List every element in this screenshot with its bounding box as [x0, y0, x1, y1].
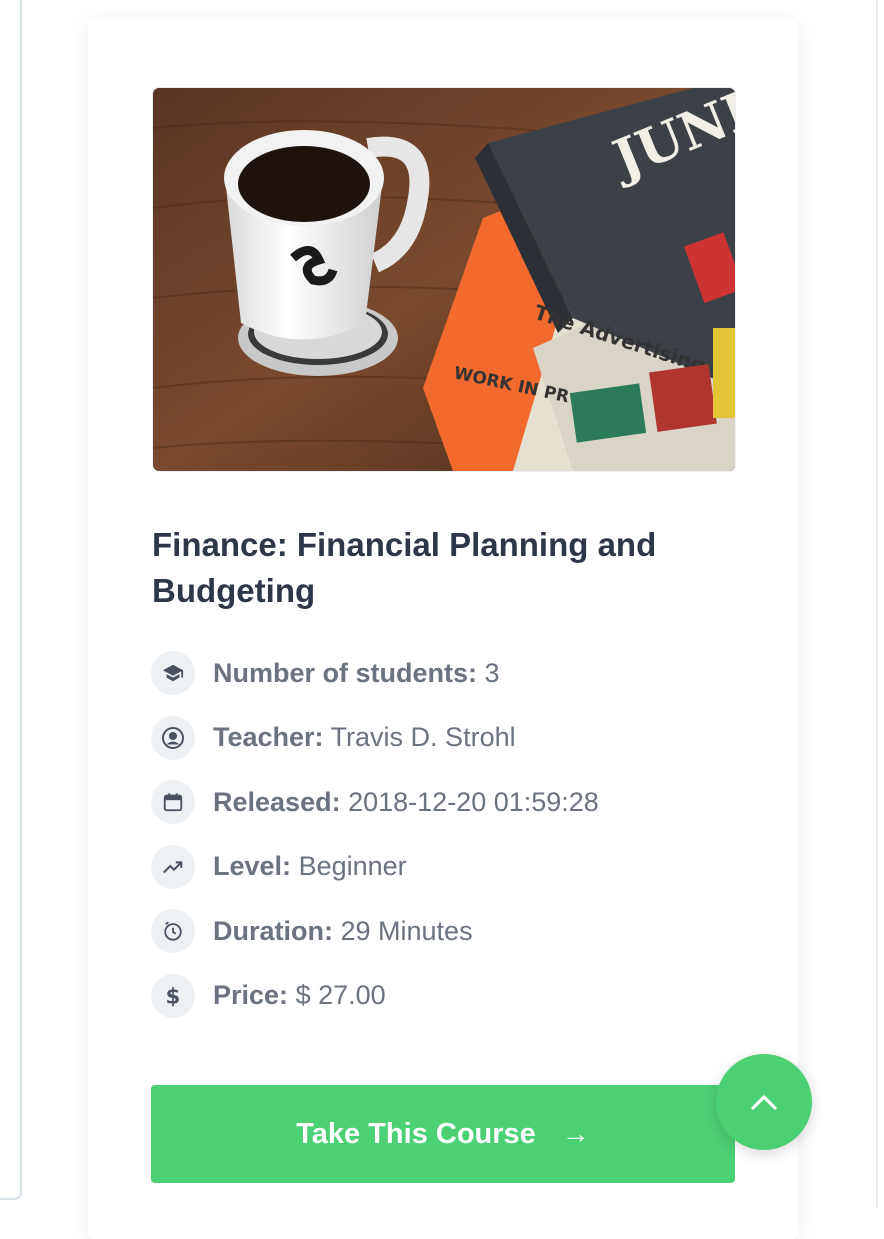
meta-level-text: Level: Beginner [213, 851, 407, 882]
meta-students: Number of students: 3 [151, 651, 599, 695]
course-card: JUNK The Advertising WORK IN PR Finance:… [88, 19, 798, 1239]
course-title[interactable]: Finance: Financial Planning and Budgetin… [152, 522, 752, 614]
meta-teacher-text: Teacher: Travis D. Strohl [213, 722, 516, 753]
meta-duration-label: Duration: [213, 915, 333, 946]
meta-students-text: Number of students: 3 [213, 658, 500, 689]
user-circle-icon [151, 715, 195, 760]
clock-icon [151, 909, 195, 953]
meta-teacher: Teacher: Travis D. Strohl [151, 715, 599, 760]
meta-level: Level: Beginner [151, 844, 599, 889]
meta-students-value: 3 [484, 657, 500, 688]
meta-students-label: Number of students: [213, 657, 478, 688]
calendar-icon [151, 780, 195, 824]
meta-duration-text: Duration: 29 Minutes [213, 916, 473, 947]
meta-price-value: $ 27.00 [295, 980, 386, 1010]
arrow-right-icon: → [561, 1118, 590, 1149]
meta-released-value: 2018-12-20 01:59:28 [348, 786, 599, 817]
chevron-up-icon [751, 1095, 777, 1110]
meta-duration: Duration: 29 Minutes [151, 909, 599, 953]
meta-price-label: Price: [213, 980, 289, 1010]
trending-up-icon [151, 844, 195, 889]
take-course-button[interactable]: Take This Course → [151, 1085, 735, 1183]
meta-released-text: Released: 2018-12-20 01:59:28 [213, 787, 599, 818]
course-meta-list: Number of students: 3 Teacher: Travis D.… [151, 651, 599, 1038]
meta-released: Released: 2018-12-20 01:59:28 [151, 780, 599, 824]
right-panel-edge [876, 0, 884, 1208]
meta-level-value: Beginner [298, 851, 407, 881]
take-course-label: Take This Course [296, 1117, 536, 1150]
dollar-icon: $ [151, 973, 195, 1018]
meta-duration-value: 29 Minutes [340, 915, 473, 946]
meta-price: $ Price: $ 27.00 [151, 973, 599, 1018]
course-thumbnail[interactable]: JUNK The Advertising WORK IN PR [152, 87, 736, 472]
meta-price-text: Price: $ 27.00 [213, 980, 386, 1011]
graduation-cap-icon [151, 651, 195, 695]
meta-teacher-value[interactable]: Travis D. Strohl [331, 722, 516, 752]
meta-released-label: Released: [213, 786, 341, 817]
left-panel-edge [0, 0, 22, 1200]
svg-text:$: $ [166, 984, 181, 1008]
meta-teacher-label: Teacher: [213, 722, 324, 752]
scroll-to-top-button[interactable] [716, 1054, 812, 1150]
course-thumbnail-illustration: JUNK The Advertising WORK IN PR [153, 88, 735, 471]
meta-level-label: Level: [213, 851, 292, 881]
